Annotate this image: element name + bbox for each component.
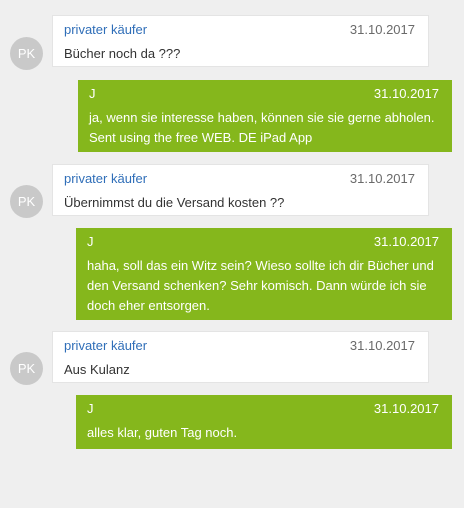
avatar: PK xyxy=(10,352,43,385)
message-text: Sent using the free WEB. DE iPad App xyxy=(89,130,313,145)
message-date: 31.10.2017 xyxy=(373,401,439,416)
message-date: 31.10.2017 xyxy=(373,234,439,249)
sender-name-link[interactable]: privater käufer xyxy=(64,22,147,38)
message-text: Bücher noch da ??? xyxy=(64,46,181,61)
message-text: den Versand schenken? Sehr komisch. Dann… xyxy=(87,278,427,293)
incoming-message: privater käufer 31.10.2017 Bücher noch d… xyxy=(52,15,429,67)
sender-name-link[interactable]: privater käufer xyxy=(64,171,147,187)
outgoing-message: J 31.10.2017 ja, wenn sie interesse habe… xyxy=(78,80,452,152)
outgoing-message: J 31.10.2017 haha, soll das ein Witz sei… xyxy=(76,228,452,320)
message-date: 31.10.2017 xyxy=(373,86,439,101)
message-date: 31.10.2017 xyxy=(349,171,415,186)
avatar: PK xyxy=(10,37,43,70)
incoming-message: privater käufer 31.10.2017 Übernimmst du… xyxy=(52,164,429,216)
message-text: Übernimmst du die Versand kosten ?? xyxy=(64,195,285,210)
message-text: Aus Kulanz xyxy=(64,362,130,377)
sender-name: J xyxy=(87,401,94,416)
message-text: alles klar, guten Tag noch. xyxy=(87,425,238,440)
message-text: doch eher entsorgen. xyxy=(87,298,210,313)
incoming-message: privater käufer 31.10.2017 Aus Kulanz xyxy=(52,331,429,383)
outgoing-message: J 31.10.2017 alles klar, guten Tag noch. xyxy=(76,395,452,449)
message-text: haha, soll das ein Witz sein? Wieso soll… xyxy=(87,258,434,273)
sender-name-link[interactable]: privater käufer xyxy=(64,338,147,354)
message-date: 31.10.2017 xyxy=(349,22,415,37)
sender-name: J xyxy=(89,86,96,101)
avatar: PK xyxy=(10,185,43,218)
message-text: ja, wenn sie interesse haben, können sie… xyxy=(89,110,435,125)
message-date: 31.10.2017 xyxy=(349,338,415,353)
sender-name: J xyxy=(87,234,94,249)
